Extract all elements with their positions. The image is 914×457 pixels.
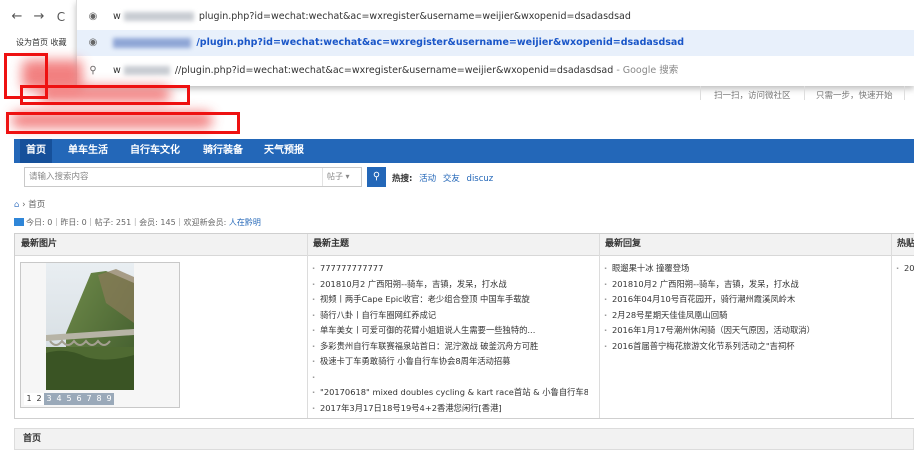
nav-item-cycling-life[interactable]: 单车生活 (68, 139, 108, 163)
pager-page-6[interactable]: 6 (74, 393, 84, 405)
quick-start-link[interactable]: 只需一步，快速开始 (816, 89, 893, 101)
reload-icon[interactable]: C (52, 8, 70, 26)
main-nav: 首页 单车生活 自行车文化 骑行装备 天气预报 (14, 139, 914, 163)
section-header: 首页 (14, 428, 914, 450)
col-title-hot-posts[interactable]: 热贴 (897, 234, 914, 255)
search-input[interactable] (29, 168, 319, 186)
home-icon[interactable]: ⌂ (14, 200, 19, 210)
hot-search-term[interactable]: 交友 (443, 174, 460, 184)
list-item[interactable]: 2016首届普宁梅花旅游文化节系列活动之"吉祠杯 (604, 339, 874, 355)
list-item[interactable]: 2017年3月17日18号19号4+2香港您闲行[香港] (312, 401, 588, 417)
hot-search: 热搜: 活动 交友 discuz (392, 172, 493, 184)
list-item[interactable]: 极速卡丁车勇敢骑行 小鲁自行车协会8周年活动招募 (312, 354, 588, 370)
col-title-latest-replies[interactable]: 最新回复 (605, 234, 641, 255)
mountain-bridge-photo (46, 263, 134, 390)
nav-item-bike-culture[interactable]: 自行车文化 (130, 139, 180, 163)
list-item[interactable]: 201810月2 广西阳朔--骑车，吉镇，发呆，打水战 (604, 277, 874, 293)
pager-page-1[interactable]: 1 (24, 393, 34, 405)
breadcrumb-current[interactable]: 首页 (28, 200, 45, 210)
pager-page-4[interactable]: 4 (54, 393, 64, 405)
new-member-link[interactable]: 人在黔明 (229, 218, 261, 227)
annotation-box (20, 85, 190, 105)
list-item[interactable]: 2月28号星期天佳佳凤凰山回騎 (604, 308, 874, 324)
suggestion-url: //plugin.php?id=wechat:wechat&ac=wxregis… (174, 65, 614, 76)
suggestion-row-1[interactable]: ◉ w plugin.php?id=wechat:wechat&ac=wxreg… (77, 4, 914, 30)
hot-search-label: 热搜: (392, 174, 413, 184)
list-item[interactable]: 眼遛果十冰 撞覆登场 (604, 261, 874, 277)
list-item[interactable] (312, 370, 588, 386)
redaction-blur (123, 12, 194, 21)
arrow-left-icon[interactable]: ← (8, 8, 26, 26)
list-item[interactable]: 单车美女丨可爱可御的花臂小姐姐说人生需要一些独特的... (312, 323, 588, 339)
slideshow-photo[interactable] (46, 263, 134, 390)
pager-page-5[interactable]: 5 (64, 393, 74, 405)
col-title-latest-topics[interactable]: 最新主题 (313, 234, 349, 255)
column-divider (599, 234, 600, 419)
divider (904, 86, 905, 100)
suggestion-row-3[interactable]: ⚲ w //plugin.php?id=wechat:wechat&ac=wxr… (77, 58, 914, 84)
hot-search-term[interactable]: discuz (467, 174, 494, 184)
chart-icon (14, 218, 24, 226)
list-item[interactable]: 201810月2 广西阳朔--骑车，吉镇，发呆，打水战 (312, 277, 588, 293)
pager-page-7[interactable]: 7 (84, 393, 94, 405)
globe-icon: ◉ (88, 37, 98, 48)
list-item[interactable]: 2016年04月10号百花园开，骑行潮州霞溪凤岭木 (604, 292, 874, 308)
list-item[interactable]: 视频丨两手Cape Epic收官：老少组合登顶 中国车手载旋 (312, 292, 588, 308)
search-box: 帖子 ▾ (24, 167, 362, 187)
column-divider (307, 234, 308, 419)
search-icon: ⚲ (89, 65, 97, 76)
breadcrumb: ⌂ › 首页 (14, 198, 45, 210)
annotation-box (6, 112, 240, 134)
chevron-down-icon: ▾ (345, 172, 350, 181)
list-item[interactable]: 多彩贵州自行车联赛福泉站首日：泥泞激战 破釜沉舟方可胜 (312, 339, 588, 355)
section-title[interactable]: 首页 (23, 429, 41, 449)
forum-stats: 今日: 0｜昨日: 0｜帖子: 251｜会员: 145｜欢迎新会员: 人在黔明 (14, 217, 261, 228)
arrow-right-icon[interactable]: → (30, 8, 48, 26)
column-divider (891, 234, 892, 419)
search-icon: ⚲ (372, 171, 381, 182)
redaction-blur (123, 66, 170, 75)
globe-icon: ◉ (88, 11, 98, 22)
nav-item-home[interactable]: 首页 (20, 139, 52, 163)
slideshow-pager: 123456789 (24, 393, 114, 405)
bookmarks-bar[interactable]: 设为首页 收藏 (0, 34, 80, 52)
pager-page-8[interactable]: 8 (94, 393, 104, 405)
suggestion-prefix: w (113, 11, 121, 22)
suggestion-row-2[interactable]: ◉ /plugin.php?id=wechat:wechat&ac=wxregi… (77, 30, 914, 56)
search-type-label: 帖子 (327, 172, 343, 181)
latest-replies-list: 眼遛果十冰 撞覆登场 201810月2 广西阳朔--骑车，吉镇，发呆，打水战 2… (604, 261, 874, 354)
pager-page-9[interactable]: 9 (104, 393, 114, 405)
col-title-latest-images[interactable]: 最新图片 (21, 234, 57, 255)
list-item[interactable]: 20 (896, 261, 914, 277)
suggestion-suffix: - Google 搜索 (616, 65, 679, 76)
pager-page-3[interactable]: 3 (44, 393, 54, 405)
list-item[interactable]: 2016年1月17号潮州休闲骑（因天气原因，活动取消） (604, 323, 874, 339)
suggestion-url: /plugin.php?id=wechat:wechat&ac=wxregist… (196, 37, 685, 48)
list-item[interactable]: "20170618" mixed doubles cycling & kart … (312, 385, 588, 401)
address-suggestions: ◉ w plugin.php?id=wechat:wechat&ac=wxreg… (76, 0, 914, 86)
list-item[interactable]: 骑行八卦丨自行车圈网红养成记 (312, 308, 588, 324)
stats-text: 今日: 0｜昨日: 0｜帖子: 251｜会员: 145｜欢迎新会员: (26, 218, 229, 227)
hot-posts-list: 20 (896, 261, 914, 277)
redaction-blur (113, 37, 191, 48)
scan-link[interactable]: 扫一扫，访问微社区 (714, 89, 791, 101)
search-type-select[interactable]: 帖子 ▾ (322, 168, 362, 186)
nav-item-gear[interactable]: 骑行装备 (203, 139, 243, 163)
divider (700, 86, 701, 100)
breadcrumb-separator: › (22, 200, 26, 210)
list-item[interactable]: 777777777777 (312, 261, 588, 277)
latest-topics-list: 777777777777 201810月2 广西阳朔--骑车，吉镇，发呆，打水战… (312, 261, 588, 416)
pager-page-2[interactable]: 2 (34, 393, 44, 405)
panel-bottom-border (14, 418, 914, 419)
suggestion-url: plugin.php?id=wechat:wechat&ac=wxregiste… (198, 11, 631, 22)
suggestion-prefix: w (113, 65, 121, 76)
hot-search-term[interactable]: 活动 (419, 174, 436, 184)
divider (804, 86, 805, 100)
search-button[interactable]: ⚲ (367, 167, 386, 187)
panel-header: 最新图片 最新主题 最新回复 热贴 (15, 234, 914, 256)
nav-item-weather[interactable]: 天气预报 (264, 139, 304, 163)
